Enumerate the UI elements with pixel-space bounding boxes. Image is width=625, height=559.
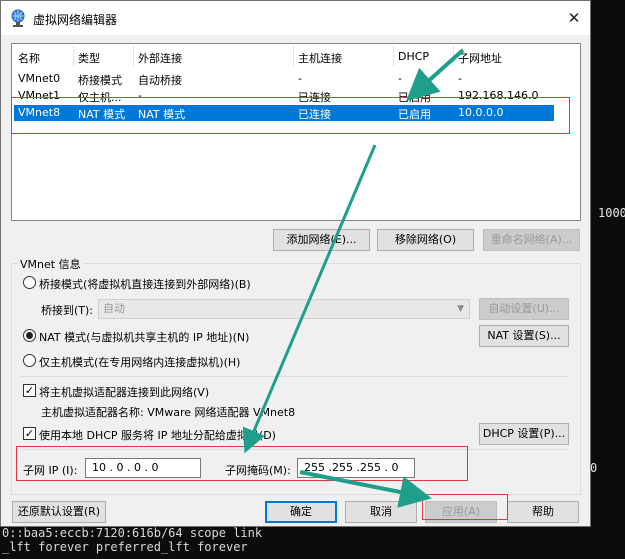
connect-adapter-checkbox[interactable]: ✓ — [23, 384, 36, 397]
nat-mode-label[interactable]: NAT 模式(与虚拟机共享主机的 IP 地址)(N) — [39, 329, 249, 345]
cell-host: - — [298, 72, 302, 85]
column-header-external[interactable]: 外部连接 — [138, 50, 182, 66]
cancel-button[interactable]: 取消 — [345, 501, 417, 523]
auto-settings-button[interactable]: 自动设置(U)... — [479, 298, 569, 320]
restore-defaults-button[interactable]: 还原默认设置(R) — [12, 501, 106, 523]
nat-settings-button[interactable]: NAT 设置(S)... — [479, 325, 569, 347]
terminal-line: 0::baa5:eccb:7120:616b/64 scope link — [2, 526, 263, 540]
chevron-down-icon: ▼ — [457, 304, 464, 314]
highlight-box-apply — [422, 494, 508, 520]
cell-name: VMnet0 — [18, 72, 61, 85]
title-bar: 虚拟网络编辑器 ✕ — [1, 1, 590, 35]
column-header-host[interactable]: 主机连接 — [298, 50, 342, 66]
highlight-box-vmnet8 — [11, 97, 570, 134]
column-separator — [73, 46, 74, 66]
cell-external: 自动桥接 — [138, 74, 182, 87]
column-separator — [133, 46, 134, 66]
dhcp-checkbox[interactable]: ✓ — [23, 427, 36, 440]
help-button[interactable]: 帮助 — [507, 501, 579, 523]
add-network-button[interactable]: 添加网络(E)... — [273, 229, 370, 251]
table-row[interactable]: VMnet0 桥接模式 自动桥接 - - - — [14, 71, 554, 87]
bridged-to-select[interactable]: 自动 ▼ — [98, 299, 470, 319]
host-only-label[interactable]: 仅主机模式(在专用网络内连接虚拟机)(H) — [39, 354, 240, 370]
close-button[interactable]: ✕ — [559, 5, 589, 31]
adapter-name-text: 主机虚拟适配器名称: VMware 网络适配器 VMnet8 — [41, 406, 296, 419]
window-title: 虚拟网络编辑器 — [33, 13, 118, 27]
remove-network-button[interactable]: 移除网络(O) — [377, 229, 474, 251]
highlight-box-subnet — [16, 446, 468, 481]
column-header-name[interactable]: 名称 — [18, 50, 40, 66]
column-separator — [393, 46, 394, 66]
network-globe-icon — [11, 9, 25, 27]
divider — [21, 376, 569, 377]
column-separator — [453, 46, 454, 66]
column-header-type[interactable]: 类型 — [78, 50, 100, 66]
ok-button[interactable]: 确定 — [265, 501, 337, 523]
dhcp-label[interactable]: 使用本地 DHCP 服务将 IP 地址分配给虚拟机(D) — [39, 427, 276, 443]
dhcp-settings-button[interactable]: DHCP 设置(P)... — [479, 423, 569, 445]
connect-adapter-label[interactable]: 将主机虚拟适配器连接到此网络(V) — [39, 384, 209, 400]
vmnet-info-label: VMnet 信息 — [18, 256, 83, 272]
terminal-text: 1000 — [598, 206, 625, 220]
terminal-line: _lft forever preferred_lft forever — [2, 540, 248, 554]
nat-mode-radio[interactable] — [23, 329, 36, 342]
list-header: 名称 类型 外部连接 主机连接 DHCP 子网地址 — [12, 44, 580, 70]
bridged-to-value: 自动 — [103, 302, 125, 315]
column-header-dhcp[interactable]: DHCP — [398, 50, 429, 63]
terminal-text: 0 — [590, 461, 598, 475]
column-header-subnet[interactable]: 子网地址 — [458, 50, 502, 66]
host-only-radio[interactable] — [23, 354, 36, 367]
cell-type: 桥接模式 — [78, 74, 122, 87]
bridged-to-label: 桥接到(T): — [41, 304, 94, 317]
rename-network-button[interactable]: 重命名网络(A)... — [483, 229, 580, 251]
cell-dhcp: - — [398, 72, 402, 85]
terminal-output: 0::baa5:eccb:7120:616b/64 scope link _lft… — [2, 526, 262, 554]
bridged-mode-label[interactable]: 桥接模式(将虚拟机直接连接到外部网络)(B) — [39, 276, 251, 292]
column-separator — [293, 46, 294, 66]
bridged-mode-radio[interactable] — [23, 276, 36, 289]
cell-subnet: - — [458, 72, 462, 85]
